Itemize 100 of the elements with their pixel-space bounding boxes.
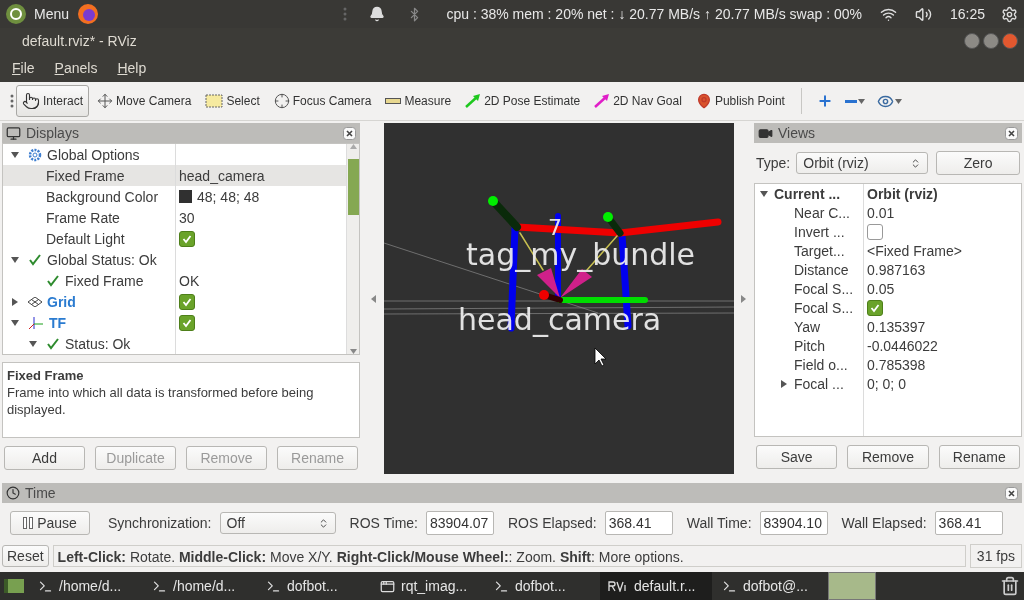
- checkbox[interactable]: [179, 230, 195, 247]
- panel-button[interactable]: Rename: [938, 445, 1020, 469]
- handle-dots-icon: [10, 93, 14, 109]
- checkbox[interactable]: [179, 293, 195, 310]
- tree-row[interactable]: Fixed Frame head_camera: [3, 165, 346, 186]
- tree-row[interactable]: Background Color 48; 48; 48: [3, 186, 346, 207]
- pause-icon: [23, 517, 34, 529]
- clock-text[interactable]: 16:25: [949, 6, 985, 22]
- scrollbar[interactable]: [346, 144, 359, 354]
- property-name: Focal ...: [794, 375, 844, 392]
- property-name: Pitch: [794, 337, 826, 354]
- tool-button[interactable]: 2D Pose Estimate: [459, 85, 587, 117]
- volume-icon[interactable]: [914, 5, 932, 23]
- reset-button[interactable]: Reset: [2, 545, 49, 567]
- scroll-down-icon[interactable]: [349, 349, 357, 354]
- zero-button[interactable]: Zero: [936, 151, 1020, 175]
- tree-row[interactable]: Global Options: [3, 144, 346, 165]
- checkmark-icon: [46, 336, 60, 351]
- property-name: Current ...: [774, 185, 841, 202]
- checkbox[interactable]: [179, 314, 195, 331]
- checkbox[interactable]: [867, 223, 883, 240]
- taskbar-item[interactable]: rqt_imag...: [372, 572, 484, 600]
- tool-button[interactable]: 2D Nav Goal: [588, 85, 688, 117]
- tool-button[interactable]: Select: [199, 85, 266, 117]
- collapse-left-icon[interactable]: [370, 294, 376, 303]
- checkbox[interactable]: [867, 299, 883, 316]
- collapsed-triangle-icon[interactable]: [780, 379, 788, 388]
- tool-button[interactable]: Focus Camera: [267, 85, 378, 117]
- app-logo-icon: [608, 580, 628, 592]
- minus-icon: [844, 99, 857, 103]
- type-label: Type:: [756, 155, 791, 171]
- input-field[interactable]: 368.41: [934, 511, 1003, 535]
- property-name: Invert ...: [794, 223, 845, 240]
- close-button[interactable]: [1005, 126, 1018, 140]
- ubuntu-logo-icon[interactable]: [6, 4, 26, 24]
- tree-row[interactable]: TF: [3, 312, 346, 333]
- panel-button[interactable]: Save: [756, 445, 838, 469]
- bell-icon[interactable]: [369, 6, 386, 22]
- taskbar-item[interactable]: default.r...: [600, 572, 712, 600]
- panel-title: Time: [25, 485, 56, 501]
- expanded-triangle-icon[interactable]: [11, 255, 19, 264]
- system-monitor-text: cpu : 38% mem : 20% net : ↓ 20.77 MB/s ↑ 20.77 MB/s swap : 00%: [446, 6, 862, 22]
- fps-text: 31 fps: [969, 544, 1022, 568]
- expanded-triangle-icon[interactable]: [11, 150, 19, 159]
- terminal-icon: [266, 578, 281, 594]
- expanded-triangle-icon[interactable]: [11, 318, 19, 327]
- taskbar-item[interactable]: /home/d...: [144, 572, 256, 600]
- menu-item[interactable]: Panels: [46, 58, 106, 78]
- trash-icon[interactable]: [1000, 576, 1020, 596]
- tool-button[interactable]: Measure: [379, 85, 458, 117]
- window-icon: [380, 578, 395, 594]
- scroll-thumb[interactable]: [347, 159, 359, 215]
- property-name: Field o...: [794, 356, 848, 373]
- property-name: Status: Ok: [65, 335, 131, 352]
- property-name: Distance: [794, 261, 849, 278]
- panel-button[interactable]: Add: [4, 446, 85, 470]
- menu-button[interactable]: Menu: [34, 6, 70, 22]
- close-button[interactable]: [343, 126, 356, 140]
- tree-row[interactable]: Frame Rate 30: [3, 207, 346, 228]
- property-name: Frame Rate: [46, 209, 120, 226]
- gear-icon: [28, 147, 42, 162]
- collapsed-triangle-icon[interactable]: [11, 297, 19, 306]
- tree-row[interactable]: Status: Ok: [3, 333, 346, 354]
- maximize-button[interactable]: [983, 33, 999, 49]
- expanded-triangle-icon[interactable]: [29, 339, 37, 348]
- tool-button[interactable]: Move Camera: [91, 85, 198, 117]
- monitor-icon: [6, 125, 21, 141]
- taskbar-item[interactable]: /home/d...: [30, 572, 142, 600]
- minimize-button[interactable]: [964, 33, 980, 49]
- expanded-triangle-icon[interactable]: [760, 189, 768, 198]
- browser-logo-icon[interactable]: [77, 3, 100, 25]
- axes-icon: [28, 315, 44, 330]
- tree-row[interactable]: Global Status: Ok: [3, 249, 346, 270]
- tree-row[interactable]: Grid: [3, 291, 346, 312]
- input-field[interactable]: 83904.10: [759, 511, 828, 535]
- hand-pointer-icon: [22, 92, 40, 110]
- tree-row[interactable]: Fixed Frame OK: [3, 270, 346, 291]
- taskbar-item[interactable]: dofbot@...: [714, 572, 826, 600]
- menu-item[interactable]: File: [4, 58, 43, 78]
- tool-button[interactable]: Interact: [16, 85, 90, 117]
- panel-button[interactable]: Remove: [847, 445, 929, 469]
- taskbar-item[interactable]: dofbot...: [258, 572, 370, 600]
- view-type-select[interactable]: Orbit (rviz): [796, 152, 929, 174]
- synchronization-select[interactable]: Off: [219, 512, 336, 534]
- pause-button[interactable]: Pause: [10, 511, 90, 535]
- tree-row[interactable]: Default Light: [3, 228, 346, 249]
- property-name: Global Status: Ok: [47, 251, 157, 268]
- tool-button[interactable]: Publish Point: [689, 85, 791, 117]
- taskbar-item[interactable]: dofbot...: [486, 572, 598, 600]
- clock-icon: [6, 486, 20, 500]
- property-name: Focal S...: [794, 299, 854, 316]
- input-field[interactable]: 368.41: [604, 511, 673, 535]
- close-button[interactable]: [1005, 486, 1018, 500]
- settings-icon[interactable]: [1001, 5, 1018, 23]
- panel-title: Views: [778, 125, 816, 141]
- field-label: Wall Elapsed:: [841, 515, 927, 531]
- input-field[interactable]: 83904.07: [426, 511, 494, 535]
- property-value: 0.785398: [867, 356, 926, 373]
- menu-item[interactable]: Help: [109, 58, 155, 78]
- collapse-right-icon[interactable]: [740, 294, 746, 303]
